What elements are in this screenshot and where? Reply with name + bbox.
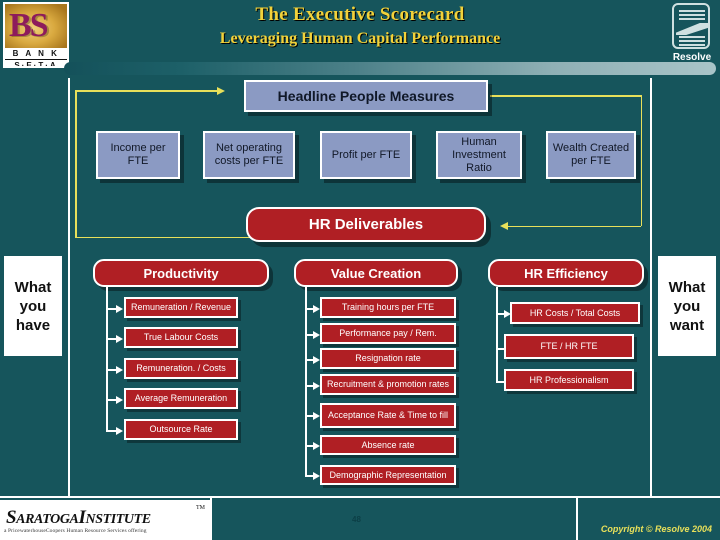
column-0-item-2[interactable]: Remuneration. / Costs — [124, 358, 238, 379]
copyright-notice: Copyright © Resolve 2004 — [600, 524, 712, 534]
measure-box-2[interactable]: Profit per FTE — [320, 131, 412, 179]
column-1-item-label-4: Acceptance Rate & Time to fill — [327, 410, 449, 420]
footer-divider-1 — [210, 498, 212, 540]
measure-box-3[interactable]: Human Investment Ratio — [436, 131, 522, 179]
saratoga-brand-nstitute: NSTITUTE — [85, 512, 151, 527]
column-2-trunk — [496, 287, 498, 383]
column-0-arrow-4 — [116, 427, 123, 435]
column-0-item-label-2: Remuneration. / Costs — [136, 363, 226, 373]
column-2-item-2[interactable]: HR Professionalism — [504, 369, 634, 391]
column-0-item-label-1: True Labour Costs — [143, 332, 219, 342]
column-heading-label-2: HR Efficiency — [524, 265, 608, 281]
column-1-arrow-4 — [313, 412, 320, 420]
column-1-item-5[interactable]: Absence rate — [320, 435, 456, 455]
slide-title: The Executive Scorecard — [255, 4, 465, 25]
column-1-arrow-3 — [313, 382, 320, 390]
side-panel-left-label: What you have — [14, 278, 52, 334]
column-1-item-4[interactable]: Acceptance Rate & Time to fill — [320, 403, 456, 428]
hr-deliverables-box[interactable]: HR Deliverables — [246, 207, 486, 242]
yellow-connector-left-vertical — [75, 90, 77, 238]
column-2-item-label-0: HR Costs / Total Costs — [529, 307, 621, 318]
measure-box-4[interactable]: Wealth Created per FTE — [546, 131, 636, 179]
measure-label-0: Income per FTE — [110, 142, 166, 167]
column-1-item-3[interactable]: Recruitment & promotion rates — [320, 374, 456, 395]
column-0-item-0[interactable]: Remuneration / Revenue — [124, 297, 238, 318]
column-heading-productivity[interactable]: Productivity — [93, 259, 269, 287]
column-heading-label-0: Productivity — [143, 265, 219, 281]
column-1-item-label-2: Resignation rate — [355, 353, 421, 363]
bankseta-logo-line2: S·E·T·A — [5, 59, 67, 66]
column-0-arrow-2 — [116, 366, 123, 374]
column-1-item-label-6: Demographic Representation — [329, 469, 447, 480]
column-0-arrow-1 — [116, 335, 123, 343]
side-panel-what-you-want: What you want — [658, 256, 716, 356]
column-heading-value-creation[interactable]: Value Creation — [294, 259, 458, 287]
column-1-item-label-1: Performance pay / Rem. — [339, 328, 437, 338]
headline-people-measures-label: Headline People Measures — [277, 87, 455, 104]
yellow-arrow-to-headline — [217, 86, 225, 95]
column-1-item-6[interactable]: Demographic Representation — [320, 465, 456, 485]
column-0-item-1[interactable]: True Labour Costs — [124, 327, 238, 348]
column-1-item-label-5: Absence rate — [361, 439, 415, 450]
column-0-arrow-0 — [116, 305, 123, 313]
bankseta-monogram-text: BS — [9, 7, 49, 44]
saratoga-tagline: a PricewaterhouseCoopers Human Resource … — [4, 528, 147, 534]
column-0-item-4[interactable]: Outsource Rate — [124, 419, 238, 440]
column-0-arrow-3 — [116, 396, 123, 404]
footer-divider-2 — [576, 498, 578, 540]
column-1-item-0[interactable]: Training hours per FTE — [320, 297, 456, 318]
resolve-document-icon — [672, 3, 710, 49]
page-number: 48 — [352, 515, 361, 524]
yellow-connector-right-bottom — [508, 225, 641, 227]
saratoga-brand-aratoga: ARATOGA — [16, 512, 79, 527]
hr-deliverables-label: HR Deliverables — [308, 216, 424, 233]
saratoga-trademark-mark: TM — [196, 505, 205, 511]
frame-line-right — [650, 78, 652, 496]
yellow-connector-right-vertical — [640, 95, 642, 226]
column-heading-hr-efficiency[interactable]: HR Efficiency — [488, 259, 644, 287]
column-1-item-label-0: Training hours per FTE — [341, 302, 435, 312]
slide-subtitle: Leveraging Human Capital Performance — [219, 30, 501, 47]
column-2-item-label-2: HR Professionalism — [529, 374, 609, 385]
headline-people-measures-box[interactable]: Headline People Measures — [244, 80, 488, 112]
saratoga-institute-logo: SARATOGAINSTITUTE — [6, 507, 151, 529]
bankseta-logo: BS B A N K S·E·T·A — [3, 2, 69, 68]
column-2-item-label-1: FTE / HR FTE — [540, 341, 598, 351]
measure-label-4: Wealth Created per FTE — [552, 142, 630, 167]
column-1-trunk — [305, 287, 307, 477]
yellow-arrow-to-deliverables — [500, 222, 508, 230]
column-1-arrow-5 — [313, 442, 320, 450]
header-gradient-bar — [64, 62, 716, 75]
column-2-item-0[interactable]: HR Costs / Total Costs — [510, 302, 640, 324]
column-1-arrow-2 — [313, 356, 320, 364]
measure-label-2: Profit per FTE — [331, 148, 401, 161]
measure-label-3: Human Investment Ratio — [452, 135, 506, 174]
slide-canvas: BS B A N K S·E·T·A The Executive Scoreca… — [0, 0, 720, 540]
measure-box-1[interactable]: Net operating costs per FTE — [203, 131, 295, 179]
yellow-connector-left-top — [75, 90, 218, 92]
column-0-item-label-4: Outsource Rate — [149, 424, 213, 434]
side-panel-right-label: What you want — [668, 278, 706, 334]
measure-label-1: Net operating costs per FTE — [214, 142, 284, 167]
yellow-connector-right-top — [490, 95, 642, 97]
column-1-arrow-0 — [313, 305, 320, 313]
side-panel-what-you-have: What you have — [4, 256, 62, 356]
yellow-connector-left-bottom — [75, 236, 255, 238]
column-1-arrow-6 — [313, 472, 320, 480]
column-1-item-1[interactable]: Performance pay / Rem. — [320, 323, 456, 344]
column-1-item-2[interactable]: Resignation rate — [320, 348, 456, 369]
column-heading-label-1: Value Creation — [330, 265, 422, 281]
column-2-item-1[interactable]: FTE / HR FTE — [504, 334, 634, 359]
measure-box-0[interactable]: Income per FTE — [96, 131, 180, 179]
column-0-item-label-0: Remuneration / Revenue — [130, 302, 232, 312]
saratoga-brand-s: S — [6, 507, 17, 528]
column-1-item-label-3: Recruitment & promotion rates — [326, 379, 450, 389]
column-0-item-3[interactable]: Average Remuneration — [124, 388, 238, 409]
bankseta-logo-line1: B A N K — [5, 48, 67, 59]
column-0-item-label-3: Average Remuneration — [134, 393, 228, 403]
frame-line-left — [68, 78, 70, 496]
column-1-arrow-1 — [313, 331, 320, 339]
